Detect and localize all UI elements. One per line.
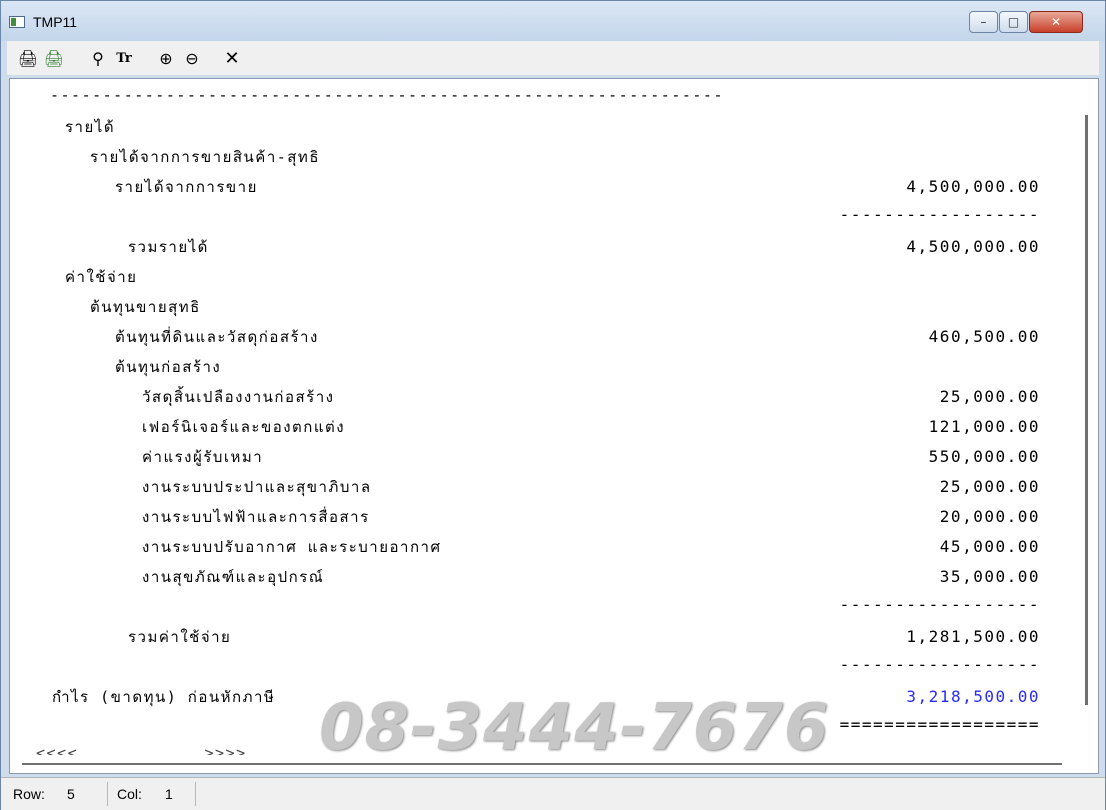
watermark: 08-3444-7676: [319, 691, 830, 765]
report-line: รวมรายได้: [128, 238, 209, 256]
report-line: รายได้: [65, 118, 116, 136]
profit-amount: 3,218,500.00: [906, 687, 1040, 706]
row-label: Row:: [13, 786, 45, 802]
report-line: ต้นทุนก่อสร้าง: [115, 358, 222, 376]
double-rule: ==================: [839, 715, 1040, 734]
report-line: ค่าใช้จ่าย: [65, 268, 138, 286]
subtotal-rule: ------------------: [839, 655, 1040, 674]
close-report-icon[interactable]: ✕: [221, 49, 243, 69]
maximize-button[interactable]: □: [999, 11, 1028, 33]
status-separator: [195, 782, 196, 806]
print-icon[interactable]: 🖨: [17, 49, 39, 69]
end-of-report-marker: <<<< ........ >>>>: [36, 744, 247, 755]
report-page: ------------------ ------------------ ----…: [10, 79, 1074, 755]
amount: 460,500.00: [928, 327, 1040, 346]
subtotal-rule: ------------------: [839, 595, 1040, 614]
window-title: TMP11: [33, 14, 78, 30]
report-line: รายได้จากการขาย: [115, 178, 258, 196]
report-line: ต้นทุนขายสุทธิ: [90, 298, 201, 316]
find-icon[interactable]: ⚲: [87, 49, 109, 69]
report-line: งานระบบปรับอากาศ และระบายอากาศ: [142, 538, 442, 556]
subtotal-rule: ------------------: [839, 205, 1040, 224]
report-line: เฟอร์นิเจอร์และของตกแต่ง: [142, 418, 346, 436]
col-value: 1: [165, 786, 173, 802]
report-line: ต้นทุนที่ดินและวัสดุก่อสร้าง: [115, 328, 319, 346]
minimize-button[interactable]: –: [969, 11, 998, 33]
amount: 20,000.00: [939, 507, 1040, 526]
amount: 4,500,000.00: [906, 237, 1040, 256]
amount: 121,000.00: [928, 417, 1040, 436]
zoom-in-icon[interactable]: ⊕: [155, 49, 177, 69]
report-viewer[interactable]: ------------------ ------------------ ----…: [9, 78, 1099, 774]
row-value: 5: [67, 786, 75, 802]
amount: 550,000.00: [928, 447, 1040, 466]
app-icon: [9, 16, 25, 28]
amount: 45,000.00: [939, 537, 1040, 556]
report-line: งานระบบไฟฟ้าและการสื่อสาร: [142, 508, 370, 526]
report-line: วัสดุสิ้นเปลืองงานก่อสร้าง: [142, 388, 335, 406]
status-bar: Row: 5 Col: 1: [1, 777, 1105, 810]
report-line: ค่าแรงผู้รับเหมา: [142, 448, 264, 466]
report-line: งานสุขภัณฑ์และอุปกรณ์: [142, 568, 325, 586]
toolbar: 🖨 🖨 ⚲ Tr ⊕ ⊖ ✕: [7, 41, 1099, 75]
font-icon[interactable]: Tr: [113, 49, 135, 69]
print-setup-icon[interactable]: 🖨: [43, 49, 65, 69]
col-label: Col:: [117, 786, 142, 802]
report-line: งานระบบประปาและสุขาภิบาล: [142, 478, 372, 496]
zoom-out-icon[interactable]: ⊖: [181, 49, 203, 69]
amount: 4,500,000.00: [906, 177, 1040, 196]
top-rule: ----------------------------------------…: [50, 86, 724, 104]
report-window: TMP11 – □ ✕ 🖨 🖨 ⚲ Tr ⊕ ⊖ ✕ -------------…: [0, 0, 1106, 810]
close-window-button[interactable]: ✕: [1029, 11, 1083, 33]
amount: 35,000.00: [939, 567, 1040, 586]
amount: 25,000.00: [939, 477, 1040, 496]
report-line: รายได้จากการขายสินค้า-สุทธิ: [90, 148, 320, 166]
title-bar[interactable]: TMP11 – □ ✕: [1, 1, 1105, 41]
status-separator: [107, 782, 108, 806]
report-line: กำไร (ขาดทุน) ก่อนหักภาษี: [52, 688, 276, 706]
vertical-scrollbar[interactable]: [1076, 79, 1098, 755]
report-line: รวมค่าใช้จ่าย: [128, 628, 232, 646]
vertical-scroll-thumb[interactable]: [1085, 115, 1088, 705]
amount: 1,281,500.00: [906, 627, 1040, 646]
amount: 25,000.00: [939, 387, 1040, 406]
